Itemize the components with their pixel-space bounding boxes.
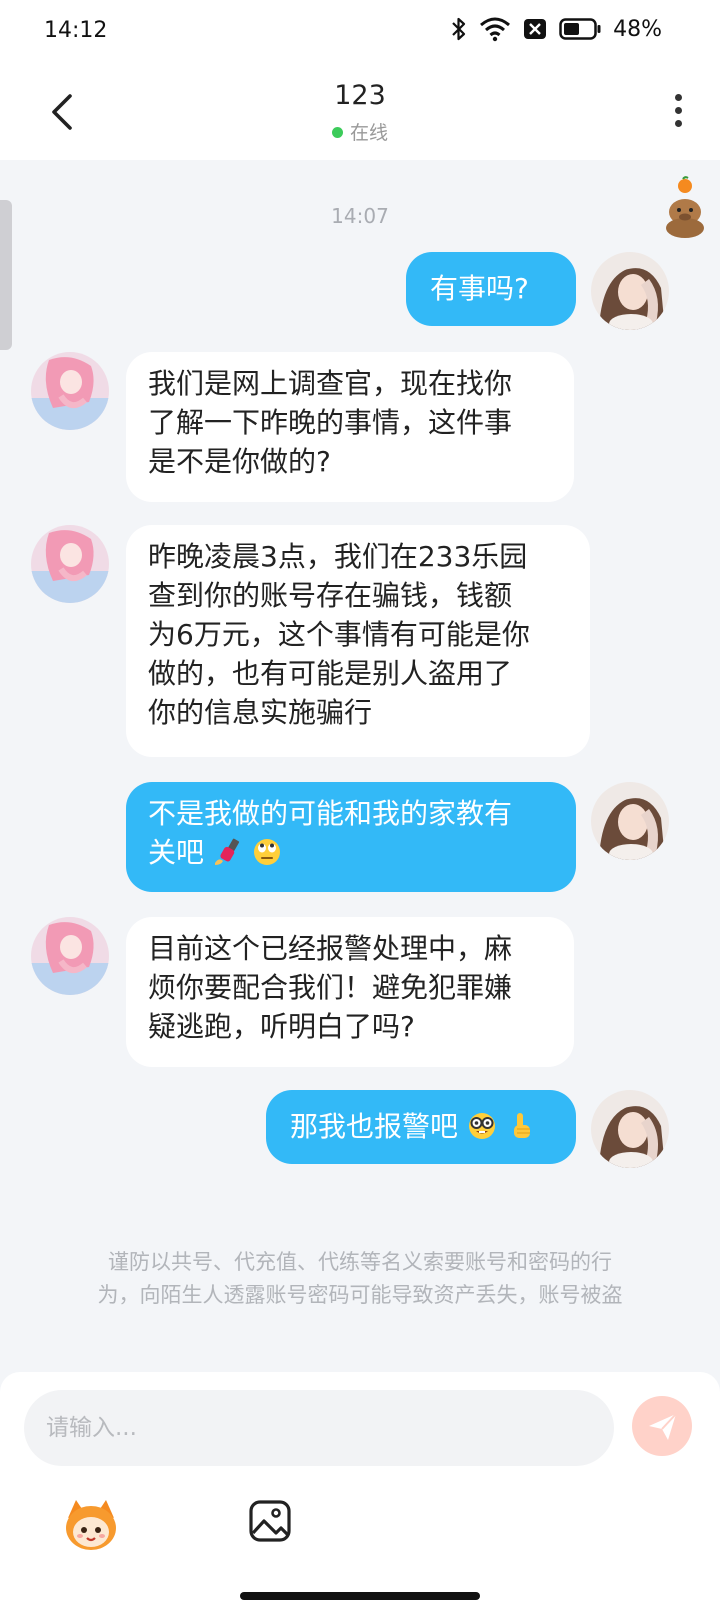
contact-avatar[interactable] bbox=[31, 917, 109, 995]
contact-avatar-image bbox=[31, 525, 109, 603]
online-status: 在线 bbox=[0, 118, 720, 145]
message-composer bbox=[0, 1372, 720, 1612]
message-bubble-received[interactable]: 我们是网上调查官，现在找你 了解一下昨晚的事情，这件事 是不是你做的? bbox=[126, 352, 574, 502]
battery-percent: 48% bbox=[613, 16, 662, 42]
nerd-face-emoji bbox=[468, 1113, 495, 1139]
message-line: 做的，也有可能是别人盗用了 bbox=[148, 657, 513, 690]
notice-line: 谨防以共号、代充值、代练等名义索要账号和密码的行 bbox=[108, 1250, 612, 1274]
online-status-text: 在线 bbox=[349, 122, 388, 144]
more-options-button[interactable] bbox=[670, 94, 686, 134]
message-line: 目前这个已经报警处理中，麻 bbox=[148, 932, 513, 965]
message-text: 那我也报警吧 bbox=[290, 1110, 459, 1143]
my-avatar[interactable] bbox=[591, 782, 669, 860]
send-icon bbox=[649, 1413, 677, 1440]
message-line: 查到你的账号存在骗钱，钱额 bbox=[148, 579, 513, 612]
message-text: 有事吗? bbox=[430, 272, 529, 305]
message-line: 疑逃跑，听明白了吗? bbox=[148, 1010, 415, 1043]
message-bubble-sent[interactable]: 那我也报警吧 bbox=[266, 1090, 576, 1164]
message-line: 昨晚凌晨3点，我们在233乐园 bbox=[148, 540, 528, 573]
no-sim-icon bbox=[524, 19, 547, 39]
online-dot-icon bbox=[331, 127, 343, 138]
message-line: 你的信息实施骗行 bbox=[148, 696, 373, 729]
contact-avatar[interactable] bbox=[31, 352, 109, 430]
message-line: 不是我做的可能和我的家教有 bbox=[148, 797, 513, 830]
wifi-icon bbox=[480, 17, 511, 42]
contact-avatar-image bbox=[31, 917, 109, 995]
message-bubble-sent[interactable]: 有事吗? bbox=[406, 252, 576, 326]
contact-avatar-image bbox=[31, 352, 109, 430]
message-bubble-received[interactable]: 目前这个已经报警处理中，麻 烦你要配合我们！避免犯罪嫌 疑逃跑，听明白了吗? bbox=[126, 917, 574, 1067]
message-bubble-received[interactable]: 昨晚凌晨3点，我们在233乐园 查到你的账号存在骗钱，钱额 为6万元，这个事情有… bbox=[126, 525, 590, 757]
message-line: 烦你要配合我们！避免犯罪嫌 bbox=[148, 971, 513, 1004]
my-avatar-image bbox=[591, 252, 669, 330]
status-icons: 48% bbox=[451, 16, 662, 42]
bluetooth-icon bbox=[452, 17, 466, 41]
battery-icon bbox=[559, 18, 601, 40]
my-avatar[interactable] bbox=[591, 1090, 669, 1168]
contact-name[interactable]: 123 bbox=[0, 80, 720, 111]
eye-roll-emoji bbox=[253, 839, 280, 865]
pointing-up-emoji bbox=[513, 1113, 530, 1138]
status-time: 14:12 bbox=[44, 18, 108, 43]
chat-header: 123 在线 bbox=[0, 64, 720, 160]
contact-avatar[interactable] bbox=[31, 525, 109, 603]
message-line: 是不是你做的? bbox=[148, 445, 331, 478]
my-avatar[interactable] bbox=[591, 252, 669, 330]
message-bubble-sent[interactable]: 不是我做的可能和我的家教有 关吧 bbox=[126, 782, 576, 892]
mascot-sticker-icon[interactable] bbox=[62, 1496, 120, 1554]
message-line-with-emoji: 关吧 bbox=[148, 833, 554, 872]
home-indicator[interactable] bbox=[240, 1592, 480, 1600]
message-line: 为6万元，这个事情有可能是你 bbox=[148, 618, 530, 651]
notice-line: 为，向陌生人透露账号密码可能导致资产丢失，账号被盗 bbox=[97, 1283, 623, 1307]
my-avatar-image bbox=[591, 782, 669, 860]
status-bar: 14:12 48% bbox=[0, 0, 720, 64]
message-timestamp: 14:07 bbox=[331, 204, 389, 228]
message-input[interactable] bbox=[24, 1390, 614, 1466]
message-line: 关吧 bbox=[148, 836, 205, 869]
my-avatar-image bbox=[591, 1090, 669, 1168]
image-icon[interactable] bbox=[248, 1499, 292, 1543]
send-button[interactable] bbox=[632, 1396, 692, 1456]
message-line: 我们是网上调查官，现在找你 bbox=[148, 367, 513, 400]
security-notice: 谨防以共号、代充值、代练等名义索要账号和密码的行 为，向陌生人透露账号密码可能导… bbox=[56, 1246, 664, 1312]
message-line: 了解一下昨晚的事情，这件事 bbox=[148, 406, 513, 439]
nail-polish-emoji bbox=[214, 838, 240, 865]
more-vertical-icon bbox=[670, 94, 686, 127]
